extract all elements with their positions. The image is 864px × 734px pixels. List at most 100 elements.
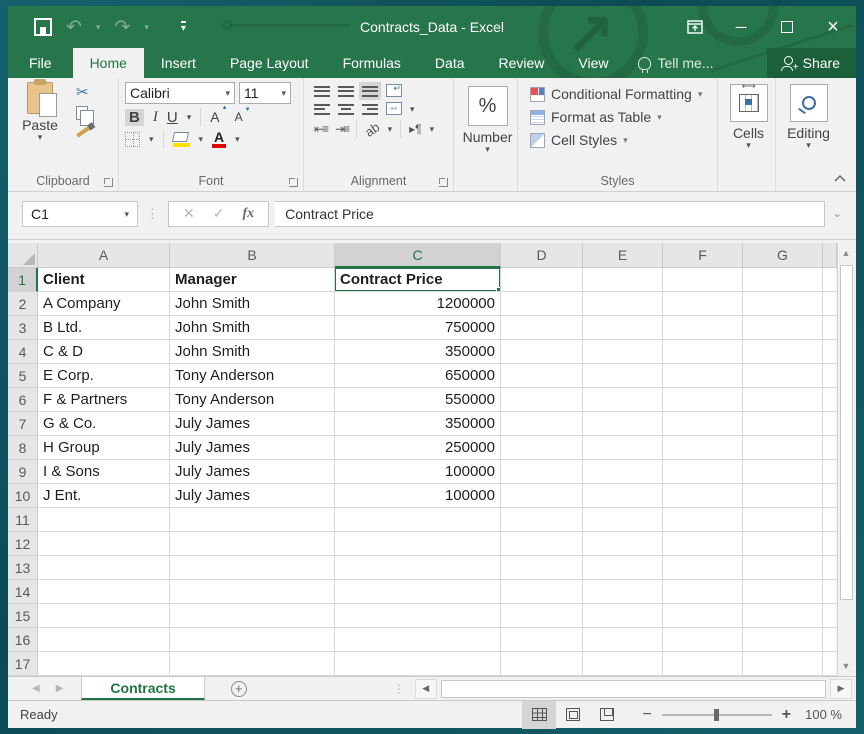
cell-B3[interactable]: John Smith bbox=[170, 316, 335, 340]
increase-indent-icon[interactable]: ⇥≡ bbox=[335, 122, 348, 136]
cell-F13[interactable] bbox=[663, 556, 743, 580]
cell-A15[interactable] bbox=[38, 604, 170, 628]
cell-E4[interactable] bbox=[583, 340, 663, 364]
cell-G5[interactable] bbox=[743, 364, 823, 388]
cell-D8[interactable] bbox=[501, 436, 583, 460]
column-header-B[interactable]: B bbox=[170, 243, 335, 268]
cell-G13[interactable] bbox=[743, 556, 823, 580]
cell-A7[interactable]: G & Co. bbox=[38, 412, 170, 436]
cell-partial-3[interactable] bbox=[823, 316, 837, 340]
font-size-select[interactable]: 11▾ bbox=[239, 82, 291, 104]
cell-F4[interactable] bbox=[663, 340, 743, 364]
format-painter-icon[interactable] bbox=[76, 126, 90, 137]
tab-data[interactable]: Data bbox=[418, 48, 482, 78]
cell-C14[interactable] bbox=[335, 580, 501, 604]
cell-C4[interactable]: 350000 bbox=[335, 340, 501, 364]
cell-B11[interactable] bbox=[170, 508, 335, 532]
cell-E5[interactable] bbox=[583, 364, 663, 388]
page-layout-view-button[interactable] bbox=[556, 701, 590, 729]
orientation-icon[interactable]: ab bbox=[362, 119, 382, 140]
cell-A1[interactable]: Client bbox=[38, 268, 170, 292]
row-header-8[interactable]: 8 bbox=[8, 436, 38, 460]
cell-styles-button[interactable]: Cell Styles ▾ bbox=[530, 132, 707, 148]
paste-dropdown-icon[interactable]: ▾ bbox=[38, 133, 43, 141]
cell-B1[interactable]: Manager bbox=[170, 268, 335, 292]
tab-insert[interactable]: Insert bbox=[144, 48, 213, 78]
merge-center-icon[interactable] bbox=[386, 102, 402, 115]
cell-D5[interactable] bbox=[501, 364, 583, 388]
new-sheet-button[interactable]: + bbox=[205, 677, 273, 700]
cell-partial-14[interactable] bbox=[823, 580, 837, 604]
cell-C9[interactable]: 100000 bbox=[335, 460, 501, 484]
cell-F2[interactable] bbox=[663, 292, 743, 316]
cell-D1[interactable] bbox=[501, 268, 583, 292]
fill-color-dropdown-icon[interactable]: ▾ bbox=[199, 135, 204, 143]
cell-A13[interactable] bbox=[38, 556, 170, 580]
cell-F8[interactable] bbox=[663, 436, 743, 460]
normal-view-button[interactable] bbox=[522, 701, 556, 729]
cell-G15[interactable] bbox=[743, 604, 823, 628]
row-header-5[interactable]: 5 bbox=[8, 364, 38, 388]
middle-align-icon[interactable] bbox=[338, 85, 354, 97]
cell-partial-2[interactable] bbox=[823, 292, 837, 316]
cell-F10[interactable] bbox=[663, 484, 743, 508]
cell-B17[interactable] bbox=[170, 652, 335, 676]
alignment-dialog-launcher-icon[interactable] bbox=[439, 178, 448, 187]
expand-formula-bar-icon[interactable]: ⌄ bbox=[825, 207, 850, 220]
row-header-14[interactable]: 14 bbox=[8, 580, 38, 604]
confirm-entry-icon[interactable]: ✓ bbox=[213, 205, 225, 222]
cut-icon[interactable]: ✂ bbox=[76, 86, 90, 100]
row-header-2[interactable]: 2 bbox=[8, 292, 38, 316]
bold-button[interactable]: B bbox=[125, 109, 144, 126]
font-color-dropdown-icon[interactable]: ▾ bbox=[235, 135, 240, 143]
next-sheet-icon[interactable]: ▶ bbox=[56, 683, 64, 694]
cell-F12[interactable] bbox=[663, 532, 743, 556]
tab-home[interactable]: Home bbox=[73, 48, 144, 78]
cell-G17[interactable] bbox=[743, 652, 823, 676]
cell-C6[interactable]: 550000 bbox=[335, 388, 501, 412]
cell-A4[interactable]: C & D bbox=[38, 340, 170, 364]
cell-G12[interactable] bbox=[743, 532, 823, 556]
underline-button[interactable]: U bbox=[167, 109, 178, 126]
row-header-3[interactable]: 3 bbox=[8, 316, 38, 340]
cell-C17[interactable] bbox=[335, 652, 501, 676]
row-header-1[interactable]: 1 bbox=[8, 268, 38, 292]
cells-button[interactable]: Cells ▾ bbox=[721, 82, 777, 149]
clipboard-dialog-launcher-icon[interactable] bbox=[104, 178, 113, 187]
cell-F1[interactable] bbox=[663, 268, 743, 292]
cell-D9[interactable] bbox=[501, 460, 583, 484]
cell-partial-13[interactable] bbox=[823, 556, 837, 580]
cell-E3[interactable] bbox=[583, 316, 663, 340]
tab-view[interactable]: View bbox=[561, 48, 625, 78]
cell-B7[interactable]: July James bbox=[170, 412, 335, 436]
cell-D3[interactable] bbox=[501, 316, 583, 340]
cell-G4[interactable] bbox=[743, 340, 823, 364]
borders-dropdown-icon[interactable]: ▾ bbox=[149, 135, 154, 143]
cell-B5[interactable]: Tony Anderson bbox=[170, 364, 335, 388]
tab-page-layout[interactable]: Page Layout bbox=[213, 48, 326, 78]
cell-E11[interactable] bbox=[583, 508, 663, 532]
cell-C13[interactable] bbox=[335, 556, 501, 580]
cell-C3[interactable]: 750000 bbox=[335, 316, 501, 340]
cell-G7[interactable] bbox=[743, 412, 823, 436]
cell-E8[interactable] bbox=[583, 436, 663, 460]
cell-C7[interactable]: 350000 bbox=[335, 412, 501, 436]
cell-C12[interactable] bbox=[335, 532, 501, 556]
cell-G10[interactable] bbox=[743, 484, 823, 508]
cell-F5[interactable] bbox=[663, 364, 743, 388]
cell-C8[interactable]: 250000 bbox=[335, 436, 501, 460]
cell-F6[interactable] bbox=[663, 388, 743, 412]
cell-B4[interactable]: John Smith bbox=[170, 340, 335, 364]
fill-color-button[interactable] bbox=[173, 132, 190, 147]
column-header-partial[interactable] bbox=[823, 243, 837, 268]
cell-B13[interactable] bbox=[170, 556, 335, 580]
column-header-A[interactable]: A bbox=[38, 243, 170, 268]
cell-partial-11[interactable] bbox=[823, 508, 837, 532]
row-header-17[interactable]: 17 bbox=[8, 652, 38, 676]
row-header-16[interactable]: 16 bbox=[8, 628, 38, 652]
cell-C10[interactable]: 100000 bbox=[335, 484, 501, 508]
close-button[interactable]: × bbox=[810, 6, 856, 48]
column-header-C[interactable]: C bbox=[335, 243, 501, 268]
horizontal-scrollbar[interactable]: ◀ ▶ bbox=[415, 677, 856, 700]
cell-C1[interactable]: Contract Price bbox=[335, 268, 501, 292]
